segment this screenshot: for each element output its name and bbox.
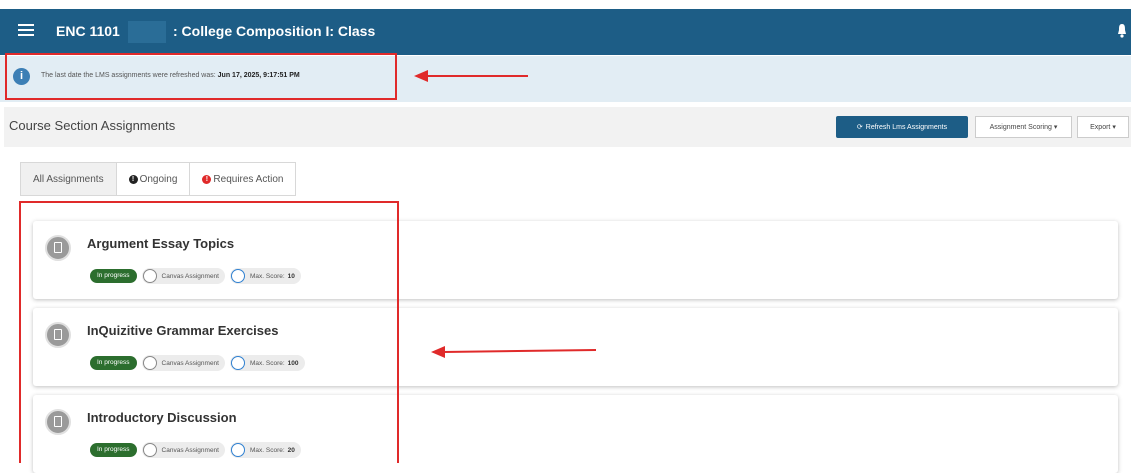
tab-requires-action[interactable]: ! Requires Action [189,162,297,196]
alert-icon: ! [202,174,212,184]
tab-label: Ongoing [139,173,178,185]
section-title: Course Section Assignments [9,118,176,133]
bell-icon[interactable] [1117,23,1127,39]
annotation-arrow-left-icon [414,70,528,82]
tab-ongoing[interactable]: ! Ongoing [115,162,191,196]
tab-label: Requires Action [213,173,284,185]
hamburger-menu-icon[interactable] [18,24,34,37]
course-title: : College Composition I: Class [173,23,376,39]
course-code: ENC 1101 [56,23,120,39]
export-dropdown[interactable]: Export ▾ [1077,116,1129,138]
top-navbar: ENC 1101 : College Composition I: Class [0,9,1131,55]
top-strip [0,0,1131,9]
refresh-button-label: Refresh Lms Assignments [865,123,948,131]
annotation-arrow-left-icon [431,346,596,358]
highlight-box-info [5,53,397,100]
assignment-tabs: All Assignments ! Ongoing ! Requires Act… [20,162,297,196]
alert-icon: ! [128,174,138,184]
assignment-scoring-dropdown[interactable]: Assignment Scoring ▾ [975,116,1072,138]
highlight-box-assignments [19,201,399,463]
tab-all-assignments[interactable]: All Assignments [20,162,117,196]
refresh-icon: ⟳ [856,124,863,131]
refresh-lms-assignments-button[interactable]: ⟳ Refresh Lms Assignments [836,116,968,138]
redacted-section-number [128,21,166,43]
tab-label: All Assignments [33,173,104,185]
